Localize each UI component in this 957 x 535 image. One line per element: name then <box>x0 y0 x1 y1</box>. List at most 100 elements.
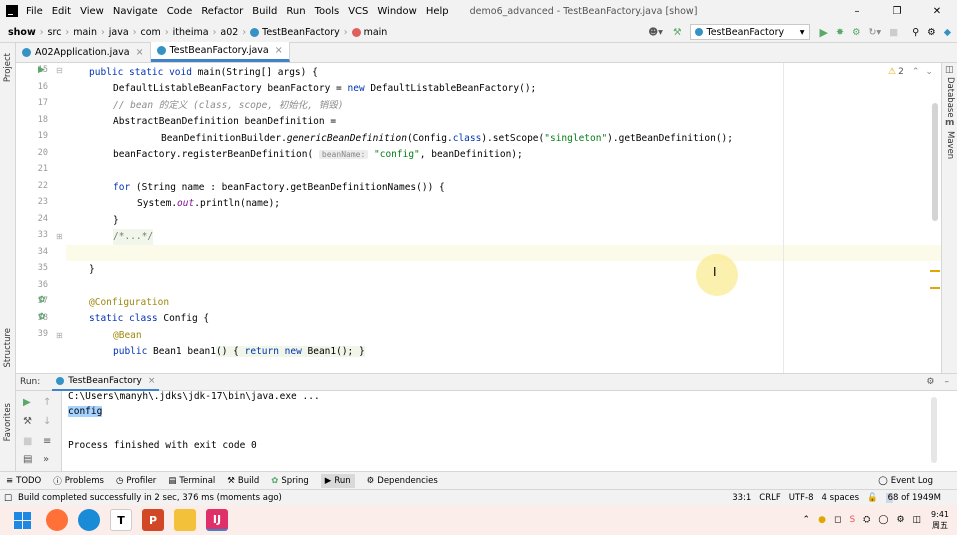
minimize-panel-icon[interactable]: – <box>945 377 950 387</box>
indent-setting[interactable]: 4 spaces <box>822 493 859 503</box>
menu-build[interactable]: Build <box>252 6 277 17</box>
menu-view[interactable]: View <box>80 6 104 17</box>
breadcrumb-src[interactable]: src <box>48 27 62 38</box>
tab-testbeanfactory[interactable]: TestBeanFactory.java × <box>150 42 290 62</box>
breadcrumb-a02[interactable]: a02 <box>220 27 238 38</box>
menu-navigate[interactable]: Navigate <box>113 6 158 17</box>
editor-scrollbar[interactable] <box>932 103 938 221</box>
soft-wrap-icon[interactable]: ≡ <box>43 436 51 447</box>
todo-tab[interactable]: ≡ TODO <box>6 476 41 486</box>
settings-icon[interactable]: ⚙ <box>926 377 934 387</box>
project-tool-button[interactable]: Project <box>3 53 13 82</box>
console-scrollbar-track[interactable] <box>931 397 937 463</box>
search-icon[interactable]: ⚲ <box>912 27 919 38</box>
scroll-up-icon[interactable]: ↑ <box>43 397 51 408</box>
debug-icon[interactable]: ✸ <box>836 27 844 38</box>
wrench-icon[interactable]: ⚒ <box>23 416 32 427</box>
run-gutter-icon[interactable]: ▶ <box>38 65 45 75</box>
coverage-icon[interactable]: ⚙ <box>852 27 861 38</box>
chevron-up-icon[interactable]: ⌃ <box>912 67 920 77</box>
terminal-tab[interactable]: ▤ Terminal <box>168 476 215 486</box>
hammer-icon[interactable]: ⚒ <box>673 27 682 38</box>
run-tab[interactable]: TestBeanFactory × <box>52 374 160 391</box>
stop-icon[interactable]: ■ <box>23 436 32 447</box>
plugin-icon[interactable]: ◆ <box>944 27 951 38</box>
line-separator[interactable]: CRLF <box>759 493 780 503</box>
run-tab-bottom[interactable]: ▶ Run <box>320 473 355 488</box>
menu-help[interactable]: Help <box>426 6 449 17</box>
menu-vcs[interactable]: VCS <box>348 6 368 17</box>
dependencies-tab[interactable]: ⚙ Dependencies <box>367 476 438 486</box>
tab-a02application[interactable]: A02Application.java × <box>16 42 151 62</box>
database-tool-button[interactable]: Database <box>945 77 955 118</box>
scroll-down-icon[interactable]: ↓ <box>43 416 51 427</box>
favorites-tool-button[interactable]: Favorites <box>3 403 13 441</box>
menu-run[interactable]: Run <box>286 6 305 17</box>
breadcrumb-method[interactable]: main <box>364 27 388 38</box>
event-log-tab[interactable]: ◯ Event Log <box>878 476 933 486</box>
sogou-icon[interactable]: S <box>849 515 855 525</box>
menu-refactor[interactable]: Refactor <box>201 6 243 17</box>
folded-comment[interactable]: /*...*/ <box>113 229 154 245</box>
code-editor[interactable]: ⚠ 2 ⌃ ⌄ public static void main(String[]… <box>66 63 941 373</box>
run-config-select[interactable]: TestBeanFactory ▾ <box>689 24 810 40</box>
settings-icon[interactable]: ⚙ <box>927 27 936 38</box>
breadcrumb-com[interactable]: com <box>141 27 161 38</box>
structure-tool-button[interactable]: Structure <box>3 328 13 368</box>
breadcrumb-itheima[interactable]: itheima <box>173 27 209 38</box>
problems-tab[interactable]: ⓘ Problems <box>53 475 104 487</box>
close-icon[interactable]: × <box>148 376 156 386</box>
more-icon[interactable]: » <box>43 454 49 465</box>
file-encoding[interactable]: UTF-8 <box>789 493 814 503</box>
inspection-widget[interactable]: ⚠ 2 ⌃ ⌄ <box>888 67 933 77</box>
user-icon[interactable]: ☻▾ <box>648 27 663 38</box>
tray-app-icon[interactable]: ◫ <box>913 515 922 525</box>
status-toggle-icon[interactable]: □ <box>4 493 12 503</box>
run-icon[interactable]: ▶ <box>820 26 828 39</box>
clock[interactable]: 9:41 周五 <box>931 509 949 531</box>
close-icon[interactable]: × <box>275 45 283 56</box>
menu-edit[interactable]: Edit <box>52 6 71 17</box>
edge-icon[interactable] <box>78 509 100 531</box>
fold-icon[interactable]: ⊞ <box>56 331 63 340</box>
minimize-icon[interactable]: – <box>837 6 877 17</box>
lock-icon[interactable]: 🔓 <box>867 493 878 503</box>
tray-app-icon[interactable]: ⛭ <box>863 515 870 525</box>
typora-icon[interactable]: T <box>110 509 132 531</box>
menu-file[interactable]: File <box>26 6 43 17</box>
caret-position[interactable]: 33:1 <box>732 493 751 503</box>
profiler-tab[interactable]: ◷ Profiler <box>116 476 156 486</box>
tray-app-icon[interactable]: ◯ <box>878 515 888 525</box>
status-message[interactable]: Build completed successfully in 2 sec, 3… <box>18 493 282 503</box>
spring-tab[interactable]: ✿ Spring <box>271 476 309 486</box>
breadcrumb-show[interactable]: show <box>8 27 36 38</box>
menu-tools[interactable]: Tools <box>315 6 340 17</box>
firefox-icon[interactable] <box>46 509 68 531</box>
breadcrumb-java[interactable]: java <box>109 27 129 38</box>
microphone-icon[interactable]: ● <box>818 515 826 525</box>
restore-icon[interactable]: ❐ <box>877 6 917 17</box>
fold-icon[interactable]: ⊟ <box>56 66 63 75</box>
rerun-icon[interactable]: ▶ <box>23 397 31 408</box>
bean-gutter-icon[interactable]: ✿ <box>38 312 46 322</box>
file-explorer-icon[interactable] <box>174 509 196 531</box>
fold-icon[interactable]: ⊞ <box>56 232 63 241</box>
profile-icon[interactable]: ↻▾ <box>868 27 881 38</box>
memory-indicator[interactable]: 68 of 1949M <box>885 492 943 503</box>
bean-gutter-icon[interactable]: ✿ <box>38 295 46 305</box>
console-output[interactable]: C:\Users\manyh\.jdks\jdk-17\bin\java.exe… <box>62 391 941 471</box>
stop-icon[interactable]: ■ <box>889 27 898 38</box>
breadcrumb-class[interactable]: TestBeanFactory <box>262 27 340 38</box>
layout-icon[interactable]: ▤ <box>23 454 32 465</box>
menu-code[interactable]: Code <box>167 6 193 17</box>
breadcrumb-main[interactable]: main <box>73 27 97 38</box>
windows-start-icon[interactable] <box>14 511 31 529</box>
maven-tool-button[interactable]: Maven <box>945 131 955 159</box>
build-tab[interactable]: ⚒ Build <box>227 476 259 486</box>
tray-chevron-icon[interactable]: ⌃ <box>803 515 811 525</box>
tray-app-icon[interactable]: ⚙ <box>896 515 904 525</box>
intellij-taskbar-icon[interactable]: IJ <box>206 509 228 531</box>
chevron-down-icon[interactable]: ⌄ <box>925 67 933 77</box>
tray-app-icon[interactable]: ◻ <box>834 515 841 525</box>
menu-window[interactable]: Window <box>377 6 416 17</box>
